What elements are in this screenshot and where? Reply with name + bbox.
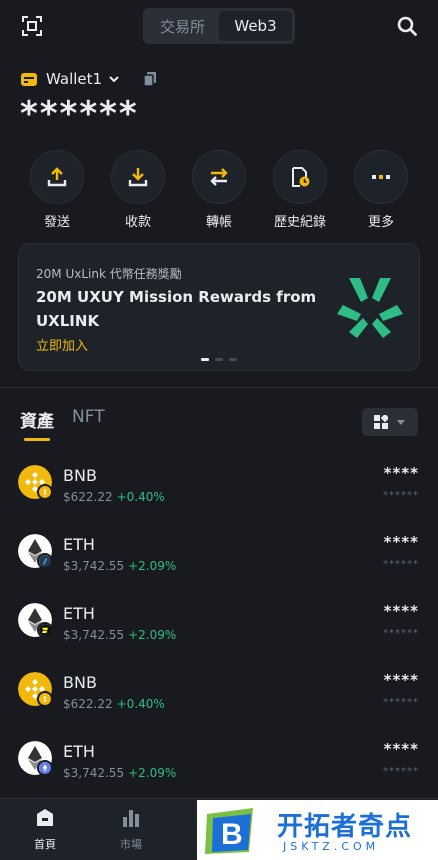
upload-icon [47, 167, 67, 187]
promo-banner[interactable]: 20M UxLink 代幣任務獎勵 20M UXUY Mission Rewar… [18, 243, 420, 371]
asset-row-eth[interactable]: ETH $3,742.55 +2.09% **** ****** [0, 726, 438, 792]
price-change: +2.09% [128, 559, 177, 573]
history-button[interactable]: 歷史紀錄 [270, 150, 330, 230]
asset-value: ****** [383, 490, 419, 501]
asset-price: $622.22 +0.40% [63, 490, 165, 504]
asset-name: ETH [63, 604, 95, 623]
price-change: +0.40% [116, 697, 165, 711]
asset-price: $3,742.55 +2.09% [63, 766, 176, 780]
history-label: 歷史紀錄 [273, 215, 326, 230]
search-icon[interactable] [396, 15, 418, 37]
asset-row-bnb[interactable]: BNB $622.22 +0.40% **** ****** [0, 450, 438, 516]
asset-price: $3,742.55 +2.09% [63, 628, 176, 642]
wallet-selector[interactable]: Wallet1 [20, 68, 120, 90]
banner-title: 20M UXUY Mission Rewards from UXLINK [36, 288, 317, 330]
asset-row-bnb[interactable]: BNB $622.22 +0.40% **** ****** [0, 657, 438, 723]
arbitrum-badge-icon [37, 553, 53, 569]
asset-amount: **** [383, 533, 419, 551]
download-icon [128, 168, 148, 187]
market-chart-icon [123, 810, 139, 827]
more-dots-icon [372, 175, 390, 179]
asset-tabs: 資產 NFT [20, 407, 123, 441]
join-now-link[interactable]: 立即加入 [36, 335, 88, 354]
asset-value: ****** [383, 697, 419, 708]
bnb-badge-icon [37, 691, 53, 707]
send-button[interactable]: 發送 [27, 150, 87, 230]
exchange-web3-switch: 交易所 Web3 [143, 8, 295, 44]
asset-amount: **** [383, 464, 419, 482]
segment-web3[interactable]: Web3 [219, 11, 292, 41]
carousel-indicator [201, 358, 243, 361]
history-icon [292, 167, 310, 187]
more-label: 更多 [367, 215, 394, 230]
asset-amount: **** [383, 602, 419, 620]
tab-nft[interactable]: NFT [72, 407, 105, 437]
grid-view-icon [374, 415, 388, 429]
wallet-icon [21, 73, 37, 86]
blast-badge-icon [37, 622, 53, 638]
nav-market[interactable]: 市場 [96, 807, 166, 852]
asset-value: ****** [383, 766, 419, 777]
transfer-button[interactable]: 轉帳 [189, 150, 249, 230]
swap-arrows-icon [210, 168, 228, 186]
receive-label: 收款 [124, 215, 151, 230]
tab-assets[interactable]: 資產 [20, 407, 54, 441]
bnb-badge-icon [37, 484, 53, 500]
nav-home[interactable]: 首頁 [10, 807, 80, 852]
scan-icon[interactable] [22, 16, 42, 36]
uxlink-logo-icon [337, 278, 403, 338]
asset-price: $622.22 +0.40% [63, 697, 165, 711]
asset-price: $3,742.55 +2.09% [63, 559, 176, 573]
receive-button[interactable]: 收款 [108, 150, 168, 230]
price-change: +2.09% [128, 766, 177, 780]
banner-subtitle: 20M UxLink 代幣任務獎勵 [36, 267, 182, 281]
svg-text:B: B [221, 818, 243, 851]
section-divider [0, 387, 438, 388]
price-change: +2.09% [128, 628, 177, 642]
watermark-title: 开拓者奇点 [277, 812, 413, 842]
nav-market-label: 市場 [120, 838, 142, 851]
price-value: $3,742.55 [63, 628, 125, 642]
more-button[interactable]: 更多 [351, 150, 411, 230]
send-label: 發送 [43, 215, 70, 230]
price-value: $622.22 [63, 490, 113, 504]
carousel-dot[interactable] [229, 358, 237, 361]
asset-amount: **** [383, 671, 419, 689]
segment-exchange[interactable]: 交易所 [146, 11, 219, 41]
top-bar: 交易所 Web3 [0, 0, 438, 52]
hidden-balance: ****** [20, 94, 139, 134]
wallet-name: Wallet1 [46, 70, 103, 88]
copy-icon[interactable] [142, 71, 158, 87]
asset-row-eth[interactable]: ETH $3,742.55 +2.09% **** ****** [0, 519, 438, 585]
watermark-subtitle: JSKTZ.COM [283, 840, 380, 853]
home-icon [37, 809, 53, 826]
price-change: +0.40% [116, 490, 165, 504]
asset-name: BNB [63, 466, 97, 485]
price-value: $622.22 [63, 697, 113, 711]
price-value: $3,742.55 [63, 766, 125, 780]
chevron-down-icon [109, 76, 119, 83]
quick-actions: 發送 收款 轉帳 歷史紀錄 更多 [0, 150, 438, 230]
asset-value: ****** [383, 559, 419, 570]
asset-amount: **** [383, 740, 419, 758]
asset-name: BNB [63, 673, 97, 692]
asset-name: ETH [63, 535, 95, 554]
ethereum-badge-icon [37, 760, 53, 776]
asset-row-eth[interactable]: ETH $3,742.55 +2.09% **** ****** [0, 588, 438, 654]
nav-home-label: 首頁 [34, 838, 56, 851]
caret-down-icon [397, 420, 405, 425]
view-mode-dropdown[interactable] [362, 408, 418, 436]
carousel-dot[interactable] [215, 358, 223, 361]
transfer-label: 轉帳 [205, 215, 232, 230]
asset-value: ****** [383, 628, 419, 639]
watermark: B 开拓者奇点 JSKTZ.COM [197, 800, 438, 860]
carousel-dot[interactable] [201, 358, 209, 361]
asset-name: ETH [63, 742, 95, 761]
price-value: $3,742.55 [63, 559, 125, 573]
watermark-logo-icon: B [205, 808, 253, 854]
